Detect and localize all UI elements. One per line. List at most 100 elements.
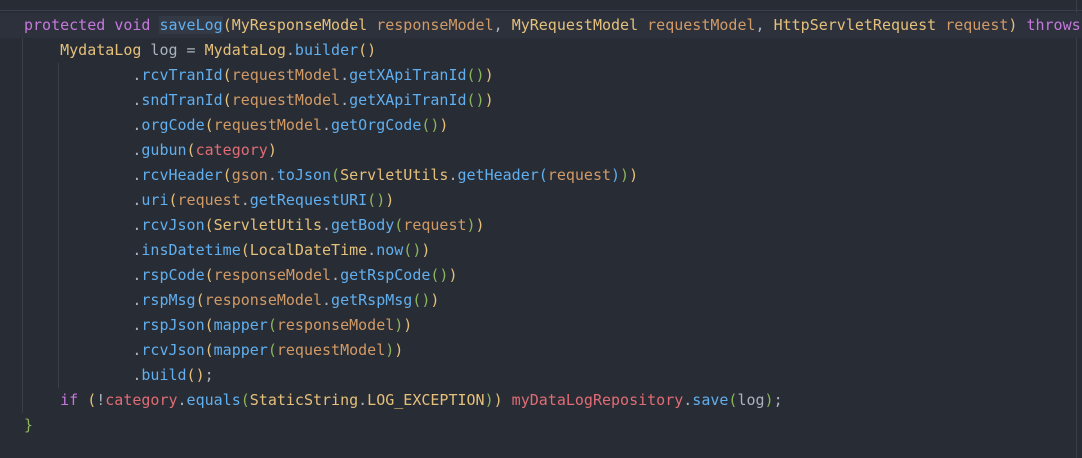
code-token: ( bbox=[394, 216, 404, 234]
code-token: ( bbox=[186, 141, 196, 159]
code-line[interactable]: .rspMsg(responseModel.getRspMsg()) bbox=[0, 288, 1082, 313]
code-line[interactable]: .orgCode(requestModel.getOrgCode()) bbox=[0, 113, 1082, 138]
code-line[interactable]: } bbox=[0, 413, 1082, 438]
code-line[interactable]: .rspJson(mapper(responseModel)) bbox=[0, 313, 1082, 338]
code-token: ) bbox=[448, 266, 458, 284]
code-token: saveLog bbox=[159, 16, 223, 34]
code-token: . bbox=[177, 391, 187, 409]
code-token: ( bbox=[204, 341, 214, 359]
code-token: request bbox=[177, 191, 241, 209]
code-token: MyRequestModel bbox=[511, 16, 639, 34]
code-line[interactable]: .build(); bbox=[0, 363, 1082, 388]
code-token: ) bbox=[764, 391, 774, 409]
code-line[interactable]: MydataLog log = MydataLog.builder() bbox=[0, 38, 1082, 63]
code-token: responseModel bbox=[204, 291, 323, 309]
code-token: responseModel bbox=[276, 316, 395, 334]
code-token: ) bbox=[611, 166, 621, 184]
code-token: getXApiTranId bbox=[349, 66, 467, 84]
code-token: if bbox=[60, 391, 79, 409]
code-token: LocalDateTime bbox=[249, 241, 368, 259]
code-token: ) bbox=[394, 316, 404, 334]
code-token: . bbox=[285, 41, 295, 59]
code-token: MyResponseModel bbox=[231, 16, 368, 34]
code-token: category bbox=[105, 391, 178, 409]
code-token: () bbox=[412, 291, 431, 309]
code-token: ) bbox=[394, 341, 404, 359]
code-token: ) bbox=[484, 66, 494, 84]
code-token: protected bbox=[24, 16, 106, 34]
code-token: requestModel bbox=[647, 16, 756, 34]
code-token: MydataLog bbox=[204, 41, 286, 59]
code-token: () bbox=[466, 91, 485, 109]
code-token: ( bbox=[222, 91, 232, 109]
code-token: gubun bbox=[141, 141, 187, 159]
code-token: ) bbox=[620, 166, 630, 184]
code-token: . bbox=[267, 166, 277, 184]
code-token: ( bbox=[87, 391, 97, 409]
code-line[interactable]: .insDatetime(LocalDateTime.now()) bbox=[0, 238, 1082, 263]
code-token: . bbox=[367, 241, 377, 259]
code-line[interactable]: .rcvJson(ServletUtils.getBody(request)) bbox=[0, 213, 1082, 238]
code-token: . bbox=[240, 191, 250, 209]
code-token: ( bbox=[331, 166, 341, 184]
code-token: equals bbox=[186, 391, 241, 409]
code-line[interactable]: .rcvHeader(gson.toJson(ServletUtils.getH… bbox=[0, 163, 1082, 188]
code-token: ; bbox=[773, 391, 783, 409]
code-token: orgCode bbox=[141, 116, 205, 134]
code-line[interactable]: .rcvJson(mapper(requestModel)) bbox=[0, 338, 1082, 363]
code-token: getHeader bbox=[457, 166, 539, 184]
code-token: () bbox=[421, 116, 440, 134]
code-line[interactable]: .uri(request.getRequestURI()) bbox=[0, 188, 1082, 213]
code-token: () bbox=[186, 366, 205, 384]
code-token: . bbox=[322, 291, 332, 309]
code-token: ( bbox=[204, 216, 214, 234]
code-token: . bbox=[331, 266, 341, 284]
code-editor[interactable]: protected void saveLog(MyResponseModel r… bbox=[0, 13, 1082, 438]
code-token: requestModel bbox=[231, 91, 341, 109]
code-token: , bbox=[493, 16, 512, 34]
code-token: getRspCode bbox=[340, 266, 431, 284]
code-token: ( bbox=[222, 166, 232, 184]
code-token: ( bbox=[204, 116, 214, 134]
code-line[interactable]: .gubun(category) bbox=[0, 138, 1082, 163]
code-token: ( bbox=[168, 191, 178, 209]
code-token: myDataLogRepository bbox=[511, 391, 684, 409]
code-token: ) bbox=[430, 291, 440, 309]
code-line[interactable]: .sndTranId(requestModel.getXApiTranId()) bbox=[0, 88, 1082, 113]
code-token: ( bbox=[222, 66, 232, 84]
code-token: toJson bbox=[276, 166, 332, 184]
code-token: ( bbox=[240, 391, 250, 409]
code-token: . bbox=[340, 91, 350, 109]
code-token: ) bbox=[475, 216, 485, 234]
code-token: . bbox=[340, 66, 350, 84]
code-line[interactable]: if (!category.equals(StaticString.LOG_EX… bbox=[0, 388, 1082, 413]
code-token: . bbox=[358, 391, 368, 409]
code-token: log = bbox=[141, 41, 205, 59]
code-token: ServletUtils bbox=[340, 166, 449, 184]
code-line[interactable]: .rcvTranId(requestModel.getXApiTranId()) bbox=[0, 63, 1082, 88]
code-token: ( bbox=[222, 16, 232, 34]
code-token: () bbox=[358, 41, 377, 59]
code-token: , bbox=[755, 16, 774, 34]
code-token: rspMsg bbox=[141, 291, 196, 309]
code-token: () bbox=[466, 66, 485, 84]
code-line[interactable]: .rspCode(responseModel.getRspCode()) bbox=[0, 263, 1082, 288]
code-token: () bbox=[430, 266, 449, 284]
code-token: () bbox=[403, 241, 422, 259]
code-token: ; bbox=[204, 366, 214, 384]
code-token: rcvHeader bbox=[141, 166, 223, 184]
code-token: rspJson bbox=[141, 316, 205, 334]
code-token: builder bbox=[294, 41, 359, 59]
code-token: HttpServletRequest bbox=[773, 16, 937, 34]
code-token: responseModel bbox=[376, 16, 494, 34]
code-token: ( bbox=[204, 266, 214, 284]
code-token: ( bbox=[538, 166, 548, 184]
code-token: ! bbox=[96, 391, 106, 409]
code-token: StaticString bbox=[249, 391, 359, 409]
code-token: mapper bbox=[213, 341, 268, 359]
code-line[interactable]: protected void saveLog(MyResponseModel r… bbox=[0, 13, 1082, 38]
